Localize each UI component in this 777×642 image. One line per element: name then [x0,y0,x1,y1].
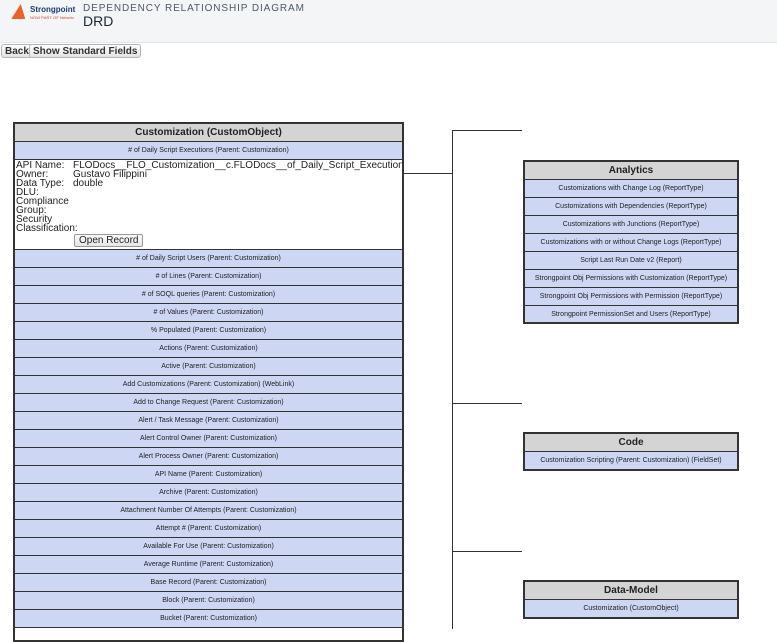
list-item[interactable]: Strongpoint Obj Permissions with Permiss… [525,288,737,306]
list-item[interactable]: Alert Control Owner (Parent: Customizati… [15,430,402,448]
list-item[interactable]: # of Daily Script Users (Parent: Customi… [15,250,402,268]
data-model-panel-title: Data-Model [525,582,737,600]
connector-branch-analytics [452,130,522,131]
detail-label: Classification: [16,223,78,234]
list-item[interactable]: # of Lines (Parent: Customization) [15,268,402,286]
list-item[interactable]: Alert / Task Message (Parent: Customizat… [15,412,402,430]
list-item[interactable]: % Populated (Parent: Customization) [15,322,402,340]
logo-subtext: NOW PART OF Netwrix [30,15,75,20]
customization-panel-title: Customization (CustomObject) [15,124,402,142]
page-subtitle: DEPENDENCY RELATIONSHIP DIAGRAM [83,3,305,14]
list-item[interactable]: Strongpoint PermissionSet and Users (Rep… [525,306,737,322]
logo-text: Strongpoint [30,5,76,14]
list-item[interactable]: API Name (Parent: Customization) [15,466,402,484]
list-item[interactable]: Attempt # (Parent: Customization) [15,520,402,538]
data-model-panel: Data-Model Customization (CustomObject) [523,580,739,619]
customization-list: # of Daily Script Users (Parent: Customi… [15,250,402,628]
list-item[interactable]: Customizations with or without Change Lo… [525,234,737,252]
customization-panel: Customization (CustomObject) # of Daily … [13,122,404,642]
list-item[interactable]: Archive (Parent: Customization) [15,484,402,502]
list-item[interactable]: Add to Change Request (Parent: Customiza… [15,394,402,412]
list-item[interactable]: Alert Process Owner (Parent: Customizati… [15,448,402,466]
list-item[interactable]: Strongpoint Obj Permissions with Customi… [525,270,737,288]
connector-branch-data-model [452,551,522,552]
code-panel-title: Code [525,434,737,452]
open-record-button[interactable]: Open Record [74,234,144,247]
page-title: DRD [83,13,114,29]
list-item[interactable]: Available For Use (Parent: Customization… [15,538,402,556]
field-details: API Name: FLODocs__FLO_Customization__c.… [15,160,402,250]
list-item[interactable]: Customizations with Change Log (ReportTy… [525,180,737,198]
list-item[interactable]: Customization Scripting (Parent: Customi… [525,452,737,469]
list-item[interactable]: Block (Parent: Customization) [15,592,402,610]
list-item[interactable]: Average Runtime (Parent: Customization) [15,556,402,574]
connector-branch-code [452,403,522,404]
app-header: Strongpoint NOW PART OF Netwrix DEPENDEN… [0,0,777,43]
list-item[interactable]: # of SOQL queries (Parent: Customization… [15,286,402,304]
list-item[interactable]: # of Values (Parent: Customization) [15,304,402,322]
list-item[interactable]: Script Last Run Date v2 (Report) [525,252,737,270]
show-standard-fields-button[interactable]: Show Standard Fields [29,44,142,58]
list-item[interactable]: Bucket (Parent: Customization) [15,610,402,628]
detail-value: double [73,178,104,189]
code-panel: Code Customization Scripting (Parent: Cu… [523,432,739,471]
strongpoint-logo[interactable]: Strongpoint NOW PART OF Netwrix [11,4,80,24]
logo-mark-icon [11,4,31,19]
analytics-panel: Analytics Customizations with Change Log… [523,160,739,324]
analytics-panel-title: Analytics [525,162,737,180]
list-item[interactable]: Add Customizations (Parent: Customizatio… [15,376,402,394]
list-item[interactable]: Customizations with Junctions (ReportTyp… [525,216,737,234]
list-item[interactable]: Customization (CustomObject) [525,600,737,617]
list-item[interactable]: Attachment Number Of Attempts (Parent: C… [15,502,402,520]
list-item[interactable]: Active (Parent: Customization) [15,358,402,376]
list-item[interactable]: Actions (Parent: Customization) [15,340,402,358]
connector-line [403,173,453,174]
connector-trunk [452,130,453,629]
list-item[interactable]: Customizations with Dependencies (Report… [525,198,737,216]
list-item[interactable]: Base Record (Parent: Customization) [15,574,402,592]
selected-field-item[interactable]: # of Daily Script Executions (Parent: Cu… [15,142,402,160]
